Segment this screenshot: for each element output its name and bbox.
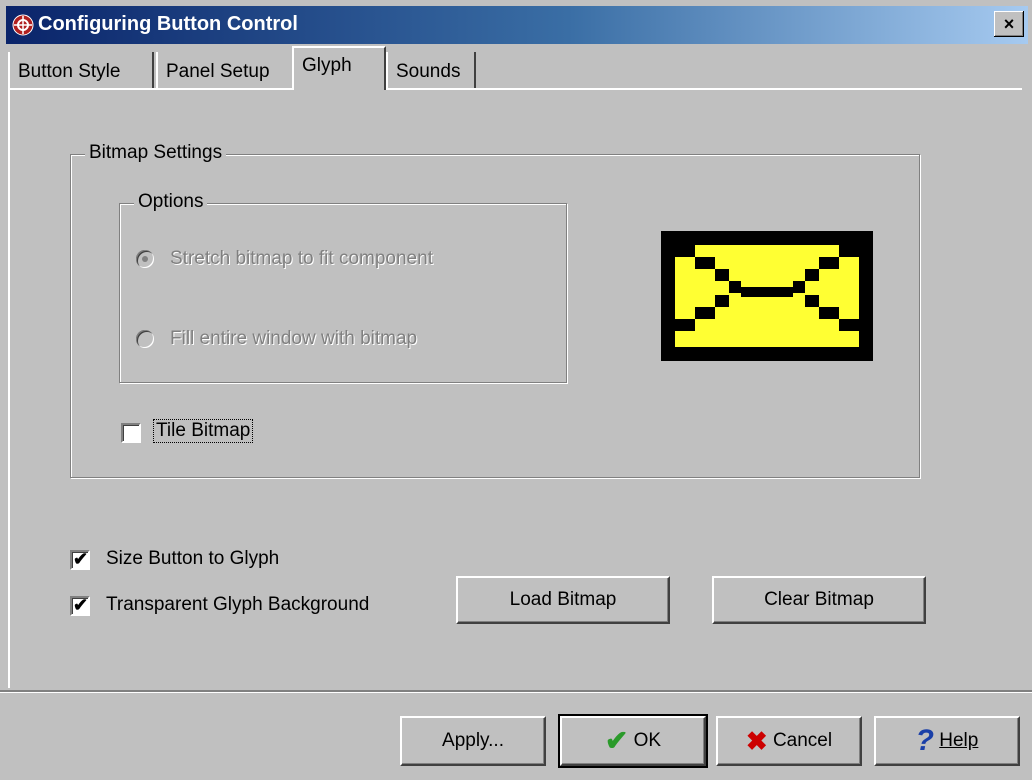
tab-label: Panel Setup (166, 61, 270, 82)
apply-label: Apply... (442, 730, 504, 751)
tab-glyph[interactable]: Glyph (292, 46, 386, 90)
tile-bitmap-label[interactable]: Tile Bitmap (153, 419, 254, 443)
close-button[interactable]: × (994, 11, 1024, 37)
options-label: Options (134, 191, 208, 213)
clear-bitmap-label: Clear Bitmap (764, 589, 874, 610)
ok-label: OK (633, 730, 662, 751)
bitmap-settings-label: Bitmap Settings (85, 142, 227, 164)
stretch-radio-label: Stretch bitmap to fit component (170, 248, 433, 269)
help-question-icon: ? (915, 724, 934, 757)
tab-button-style[interactable]: Button Style (8, 52, 154, 88)
apply-button[interactable]: Apply... (400, 716, 546, 766)
tab-label: Sounds (396, 61, 461, 82)
help-button[interactable]: ? Help (874, 716, 1020, 766)
bitmap-settings-group: Bitmap Settings Options Stretch bitmap t… (70, 142, 920, 478)
app-icon (12, 14, 34, 36)
options-group: Options Stretch bitmap to fit component … (119, 191, 567, 383)
load-bitmap-label: Load Bitmap (509, 589, 617, 610)
clear-bitmap-button[interactable]: Clear Bitmap (712, 576, 926, 624)
tile-bitmap-checkbox[interactable] (121, 423, 141, 443)
fill-radio-label: Fill entire window with bitmap (170, 328, 418, 349)
ok-button[interactable]: ✔ OK (558, 714, 708, 768)
envelope-glyph-preview (661, 231, 873, 361)
fill-radio[interactable] (136, 330, 154, 348)
size-button-label: Size Button to Glyph (106, 548, 280, 569)
load-bitmap-button[interactable]: Load Bitmap (456, 576, 670, 624)
window-title: Configuring Button Control (38, 13, 298, 35)
help-label: Help (939, 730, 979, 751)
tab-sounds[interactable]: Sounds (386, 52, 476, 88)
cancel-button[interactable]: ✖ Cancel (716, 716, 862, 766)
cancel-x-icon: ✖ (745, 726, 768, 756)
check-mark-icon: ✔ (73, 549, 89, 569)
close-icon: × (1003, 14, 1015, 34)
check-mark-icon: ✔ (73, 595, 89, 615)
size-button-checkbox[interactable]: ✔ (70, 549, 90, 570)
cancel-label: Cancel (772, 730, 833, 751)
transparent-bg-checkbox[interactable]: ✔ (70, 595, 90, 616)
tab-panel-setup[interactable]: Panel Setup (156, 52, 294, 88)
stretch-radio[interactable] (136, 250, 154, 268)
ok-check-icon: ✔ (604, 725, 629, 756)
radio-selected-dot (142, 256, 148, 262)
title-bar[interactable]: Configuring Button Control × (6, 6, 1028, 44)
dialog-window: Configuring Button Control × Button Styl… (0, 0, 1032, 780)
tab-label: Button Style (18, 61, 121, 82)
transparent-bg-label: Transparent Glyph Background (106, 594, 370, 615)
tab-label: Glyph (302, 55, 352, 76)
